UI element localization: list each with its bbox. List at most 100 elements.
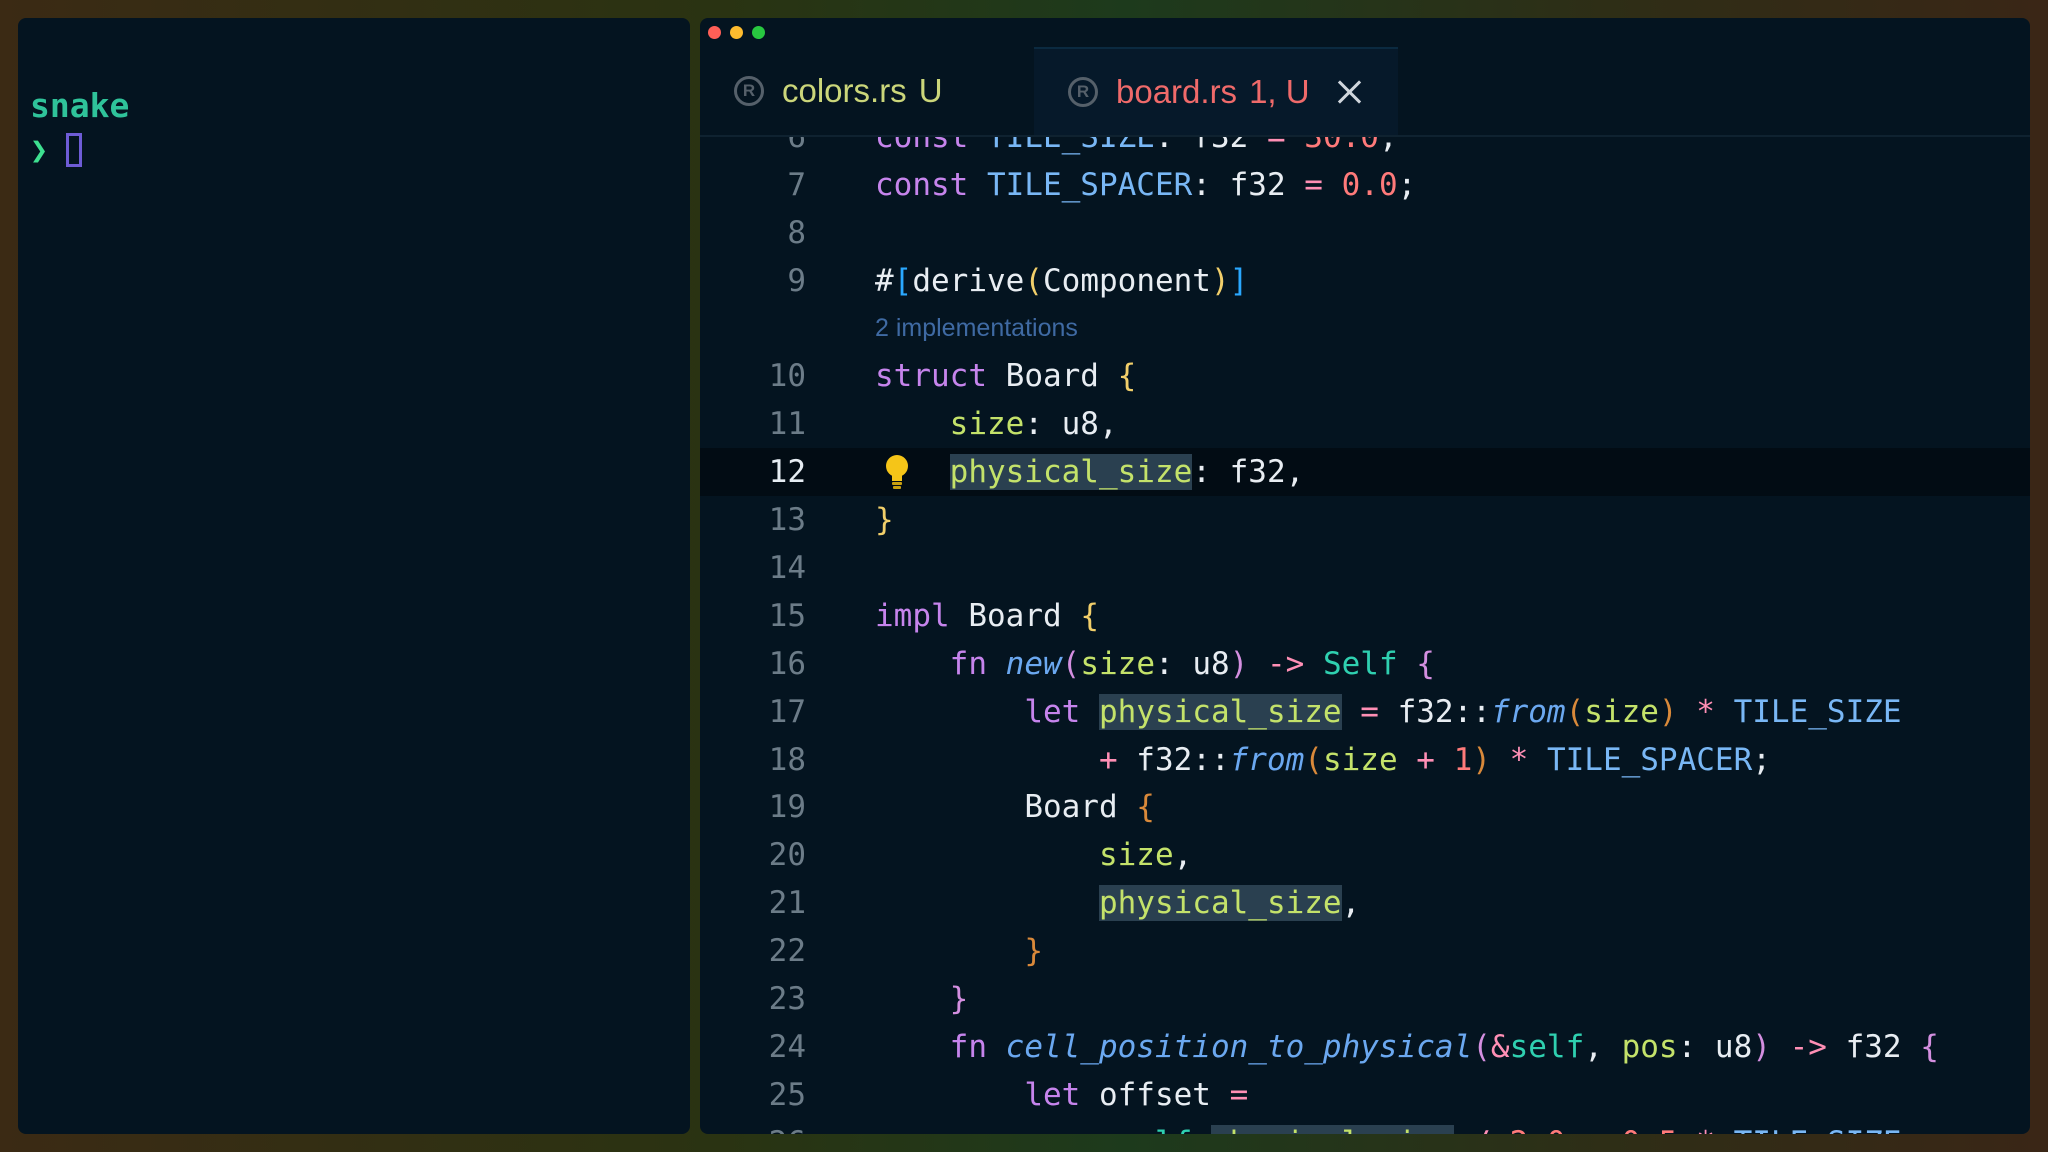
code-token: ) xyxy=(1210,262,1230,299)
code-line[interactable]: 15 impl Board { xyxy=(700,592,2030,640)
code-token: ; xyxy=(1752,741,1771,778)
codelens-implementations-link[interactable]: 2 implementations xyxy=(875,314,1078,343)
code-token: Self xyxy=(1322,645,1417,682)
code-line[interactable]: 9 #[derive(Component)] xyxy=(700,257,2030,305)
code-text: + f32:: from(size + 1) * TILE_SPACER; xyxy=(875,736,1771,784)
line-number: 26 xyxy=(700,1125,806,1134)
code-token: const xyxy=(875,166,987,203)
code-token: , xyxy=(1173,837,1193,874)
code-token: ) xyxy=(1658,693,1678,730)
code-line[interactable]: 20 size, xyxy=(700,831,2030,879)
code-text: Board { xyxy=(875,783,1155,831)
code-token: + xyxy=(1397,741,1454,778)
rust-file-icon: R xyxy=(1068,77,1098,107)
code-token: ; xyxy=(1397,166,1417,203)
code-line[interactable]: 18 + f32:: from(size + 1) * TILE_SPACER; xyxy=(700,736,2030,784)
code-token: Component xyxy=(1043,262,1211,299)
minimize-window-button[interactable] xyxy=(730,26,743,39)
code-token: f32 xyxy=(1136,741,1193,778)
code-token: { xyxy=(1080,597,1099,634)
code-token: [ xyxy=(893,262,913,299)
code-token: f32 xyxy=(1845,1028,1921,1065)
code-token: = xyxy=(1210,1076,1249,1113)
code-text: const TILE_SPACER: f32 = 0.0; xyxy=(875,161,1416,209)
window-controls xyxy=(708,26,765,39)
code-line[interactable]: 22 } xyxy=(700,927,2030,975)
code-text: fn new(size: u8) -> Self { xyxy=(875,640,1435,688)
code-line[interactable]: 24 fn cell_position_to_physical(& self, p… xyxy=(700,1023,2030,1071)
tab-board-rs[interactable]: R board.rs 1, U xyxy=(1034,47,1398,135)
code-token: TILE_SPACER xyxy=(1546,741,1753,778)
line-number: 12 xyxy=(768,454,806,491)
line-number: 21 xyxy=(768,885,806,922)
code-token: physical_size xyxy=(949,454,1193,491)
code-token: self xyxy=(1509,1028,1585,1065)
terminal-pane[interactable]: snake ❯ xyxy=(18,18,690,1134)
line-number: 25 xyxy=(768,1076,806,1113)
code-token: } xyxy=(949,980,969,1017)
code-line[interactable]: 7 const TILE_SPACER: f32 = 0.0; xyxy=(700,161,2030,209)
code-line[interactable]: 21 physical_size, xyxy=(700,879,2030,927)
tab-status-badge: U xyxy=(918,72,943,109)
terminal-cursor xyxy=(66,133,83,167)
code-line[interactable]: 11 size: u8, xyxy=(700,400,2030,448)
code-token: f32 xyxy=(1229,454,1286,491)
code-token: self xyxy=(1118,1125,1193,1134)
code-text: const TILE_SIZE: f32 = 30.0; xyxy=(875,137,1398,161)
code-line[interactable]: 25 let offset = xyxy=(700,1071,2030,1119)
line-number: 23 xyxy=(768,980,806,1017)
code-token: Board xyxy=(1005,358,1118,395)
close-tab-icon[interactable] xyxy=(1334,77,1364,107)
code-token: { xyxy=(1920,1028,1939,1065)
editor-tab-bar: R colors.rs U R board.rs 1, U xyxy=(700,47,2030,137)
code-token: = xyxy=(1341,693,1398,730)
code-token: let xyxy=(1024,693,1099,730)
editor-pane[interactable]: R colors.rs U R board.rs 1, U 6 const TIL… xyxy=(700,18,2030,1134)
code-token: TILE_SIZE xyxy=(1734,1125,1902,1134)
tab-status-badge: 1, U xyxy=(1249,73,1310,110)
code-token: cell_position_to_physical xyxy=(1005,1028,1473,1065)
code-token: = xyxy=(1248,137,1304,155)
code-token: struct xyxy=(875,358,1006,395)
code-token: & xyxy=(1490,1028,1510,1065)
code-line[interactable]: 26 -self.physical_size / 2.0 + 0.5 * TIL… xyxy=(700,1119,2030,1134)
code-token: size xyxy=(1080,645,1155,682)
code-token: :: xyxy=(1453,693,1491,730)
code-line[interactable]: 6 const TILE_SIZE: f32 = 30.0; xyxy=(700,137,2030,161)
code-token: 1 xyxy=(1453,741,1473,778)
code-line[interactable]: 19 Board { xyxy=(700,783,2030,831)
code-token: - xyxy=(1099,1125,1118,1134)
code-line[interactable]: 17 let physical_size = f32:: from(size) *… xyxy=(700,688,2030,736)
line-number: 11 xyxy=(768,406,806,443)
maximize-window-button[interactable] xyxy=(752,26,765,39)
code-token: ) xyxy=(1752,1028,1771,1065)
code-token: = xyxy=(1285,166,1342,203)
code-token: u8 xyxy=(1192,645,1230,682)
line-number: 17 xyxy=(768,693,806,730)
code-line[interactable]: 10 struct Board { xyxy=(700,352,2030,400)
code-token: size xyxy=(1584,693,1659,730)
tab-colors-rs[interactable]: R colors.rs U xyxy=(700,47,1034,135)
code-line[interactable]: 13} xyxy=(700,496,2030,544)
code-token: + xyxy=(1566,1125,1622,1134)
close-window-button[interactable] xyxy=(708,26,721,39)
code-token: , xyxy=(1341,885,1361,922)
code-token: size xyxy=(949,406,1025,443)
code-line[interactable]: 8 xyxy=(700,209,2030,257)
code-line[interactable]: 16 fn new(size: u8) -> Self { xyxy=(700,640,2030,688)
code-token: physical_size xyxy=(1210,1124,1454,1134)
line-number: 10 xyxy=(768,358,806,395)
code-token: -> xyxy=(1770,1028,1846,1065)
code-line[interactable]: 12 physical_size: f32, xyxy=(700,448,2030,497)
terminal-prompt[interactable]: ❯ xyxy=(30,130,83,170)
code-token: Board xyxy=(968,597,1081,634)
code-line[interactable]: 23 } xyxy=(700,975,2030,1023)
codelens-row[interactable]: 2 implementations xyxy=(700,305,2030,353)
code-line[interactable]: 14 xyxy=(700,544,2030,592)
code-editor[interactable]: 6 const TILE_SIZE: f32 = 30.0; 7 const TILE… xyxy=(700,137,2030,1134)
code-token: offset xyxy=(1098,1076,1211,1113)
code-text: size: u8, xyxy=(875,400,1118,448)
